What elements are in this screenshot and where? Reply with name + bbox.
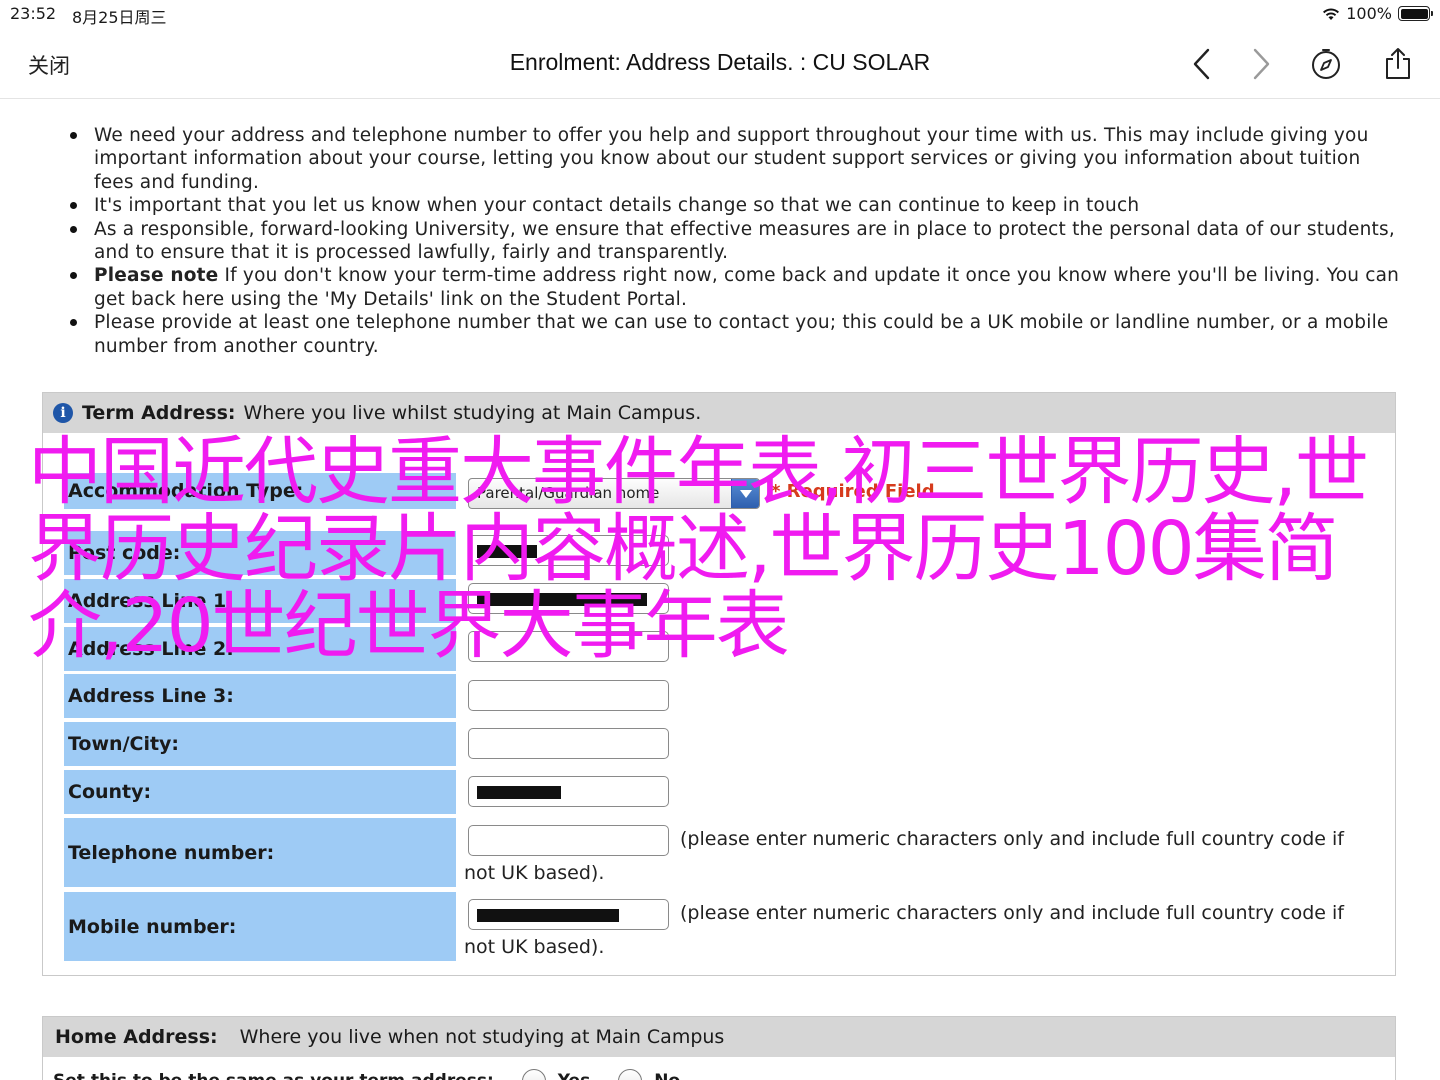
yes-label: Yes [558,1071,590,1080]
term-address-description: Where you live whilst studying at Main C… [243,402,702,424]
chevron-left-icon [1193,48,1210,80]
close-button[interactable]: 关闭 [28,50,70,80]
status-right: 100% [1322,4,1433,23]
term-address-title: Term Address: [82,402,236,424]
status-date: 8月25日周三 [72,8,167,27]
address-line-1-label: Address Line 1: [64,579,456,623]
share-button[interactable] [1380,46,1416,82]
redacted-value [477,545,537,558]
mobile-hint: (please enter numeric characters only an… [464,902,1344,958]
home-address-header: Home Address: Where you live when not st… [43,1017,1395,1057]
term-address-panel: i Term Address: Where you live whilst st… [42,392,1396,976]
home-address-panel: Home Address: Where you live when not st… [42,1016,1396,1080]
back-button[interactable] [1184,46,1220,82]
status-bar: 23:52 8月25日周三 100% [0,0,1440,28]
info-notes-list: We need your address and telephone numbe… [70,124,1404,358]
address-line-3-label: Address Line 3: [64,674,456,718]
accommodation-select[interactable]: Parental/Guardian home [468,478,760,509]
dropdown-arrow-icon [731,479,759,508]
status-time: 23:52 [10,4,57,23]
nav-bar: 关闭 Enrolment: Address Details. : CU SOLA… [0,28,1440,99]
battery-icon [1398,6,1433,21]
redacted-value [477,593,647,606]
address-line-2-input[interactable] [468,631,669,662]
address-line-1-input[interactable] [468,583,669,614]
note-item: Please provide at least one telephone nu… [70,311,1404,358]
address-line-2-label: Address Line 2: [64,627,456,671]
chevron-right-icon [1253,48,1270,80]
share-icon [1386,48,1410,79]
no-label: No [654,1071,680,1080]
compass-button[interactable] [1308,46,1344,82]
note-item: Please note If you don't know your term-… [70,264,1404,311]
no-radio[interactable] [618,1069,643,1080]
compass-icon [1312,49,1340,79]
address-line-3-input[interactable] [468,680,669,711]
mobile-label: Mobile number: [64,892,456,961]
home-address-title: Home Address: [55,1026,218,1048]
forward-button[interactable] [1243,46,1279,82]
same-as-term-row: Set this to be the same as your term add… [53,1069,680,1080]
page-content: We need your address and telephone numbe… [0,100,1440,1080]
telephone-label: Telephone number: [64,818,456,887]
wifi-icon [1323,7,1340,20]
accommodation-label: Accommodation Type: [64,473,456,509]
telephone-hint: (please enter numeric characters only an… [464,828,1344,884]
battery-percent: 100% [1346,4,1392,23]
yes-radio[interactable] [521,1069,546,1080]
county-label: County: [64,770,456,814]
note-item: As a responsible, forward-looking Univer… [70,218,1404,265]
info-icon: i [53,403,73,423]
town-input[interactable] [468,728,669,759]
town-label: Town/City: [64,722,456,766]
note-item: We need your address and telephone numbe… [70,124,1404,194]
note-item: It's important that you let us know when… [70,194,1404,217]
postcode-label: Post code: [64,531,456,575]
county-input[interactable] [468,776,669,807]
term-address-header: i Term Address: Where you live whilst st… [43,393,1395,433]
home-address-description: Where you live when not studying at Main… [239,1026,725,1048]
postcode-input[interactable] [468,535,669,566]
redacted-value [477,786,561,799]
required-field-note: * Required Field [771,481,935,502]
page-title: Enrolment: Address Details. : CU SOLAR [509,49,931,75]
same-as-term-label: Set this to be the same as your term add… [53,1071,494,1080]
accommodation-value: Parental/Guardian home [477,484,660,502]
